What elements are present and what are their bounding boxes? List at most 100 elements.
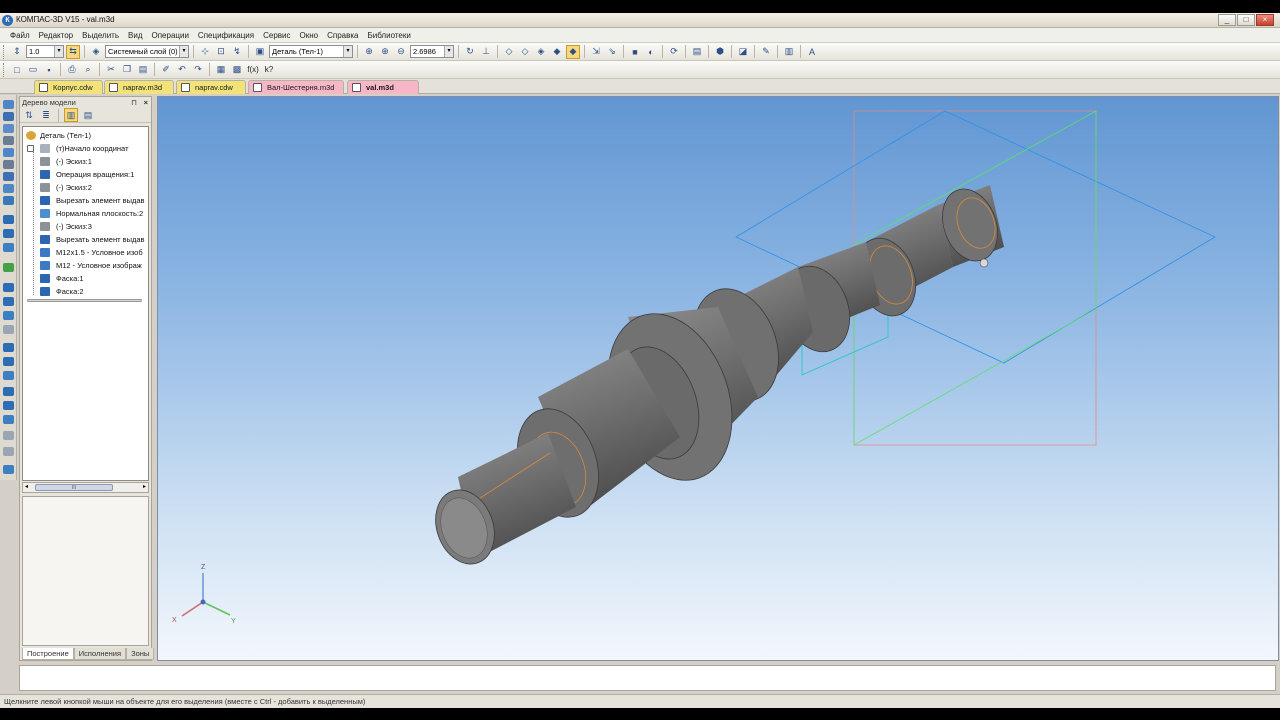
undo-icon[interactable]: ↶ (175, 63, 189, 77)
cut-revolve-icon[interactable] (3, 297, 14, 306)
measure-tool-icon[interactable] (3, 196, 14, 205)
open-folder-icon[interactable]: ▭ (26, 63, 40, 77)
menu-libraries[interactable]: Библиотеки (367, 31, 410, 40)
arrays-icon[interactable] (3, 160, 14, 169)
draft-icon[interactable] (3, 415, 14, 424)
cut-extrude-tool-icon[interactable] (3, 283, 14, 292)
tree-item-thread-m12[interactable]: M12 - Условное изображ (23, 259, 148, 272)
maximize-button[interactable]: □ (1237, 14, 1255, 26)
tree-item-sketch-1[interactable]: (-) Эскиз:1 (23, 155, 148, 168)
paste-icon[interactable]: ▤ (136, 63, 150, 77)
mirror-icon[interactable] (3, 447, 14, 456)
edit-tool-icon[interactable] (3, 112, 14, 121)
zoom-window-icon[interactable]: ⊕ (362, 45, 376, 59)
tree-sort-icon[interactable]: ⇅ (22, 108, 36, 122)
layer-icon[interactable]: ◈ (89, 45, 103, 59)
rib-icon[interactable] (3, 387, 14, 396)
halftone-icon[interactable]: ◆ (550, 45, 564, 59)
expand-icon[interactable] (27, 145, 34, 152)
tree-item-cut-extrude-2[interactable]: Вырезать элемент выдав (23, 233, 148, 246)
manager-icon[interactable]: ▦ (214, 63, 228, 77)
scroll-thumb[interactable]: III (35, 484, 113, 491)
tree-item-thread-m12x15[interactable]: M12x1.5 - Условное изоб (23, 246, 148, 259)
wireframe-icon[interactable]: ◇ (502, 45, 516, 59)
show-all-icon[interactable]: ◐ (644, 45, 658, 59)
close-icon[interactable]: × (144, 97, 148, 108)
pin-icon[interactable]: ⊓ (131, 97, 137, 108)
dimensions-icon[interactable] (3, 184, 14, 193)
minimize-button[interactable]: _ (1218, 14, 1236, 26)
rotate-icon[interactable]: ↻ (463, 45, 477, 59)
fx-button[interactable]: f(x) (246, 63, 260, 77)
toolbar-grip[interactable] (3, 62, 6, 77)
menu-file[interactable]: Файл (10, 31, 30, 40)
loft-icon[interactable] (3, 243, 14, 252)
tab-naprav-cdw[interactable]: naprav.cdw (176, 80, 246, 94)
state-icon[interactable]: ▣ (253, 45, 267, 59)
save-icon[interactable]: ▪ (42, 63, 56, 77)
menu-service[interactable]: Сервис (263, 31, 290, 40)
step-combo[interactable]: 1.0 ▾ (26, 45, 64, 58)
zoom-in-icon[interactable]: ⊕ (378, 45, 392, 59)
hole-icon[interactable] (3, 371, 14, 380)
cut-sweep-icon[interactable] (3, 311, 14, 320)
menu-editor[interactable]: Редактор (39, 31, 73, 40)
rebuild-tool-icon[interactable] (3, 263, 14, 272)
zoom-combo[interactable]: 2.6986 ▾ (410, 45, 454, 58)
parts-icon[interactable]: ⬢ (713, 45, 727, 59)
redo-icon[interactable]: ↷ (191, 63, 205, 77)
model-viewport[interactable]: Z X Y (157, 96, 1279, 661)
aux-geometry-icon[interactable] (3, 124, 14, 133)
tree-view-icon[interactable]: ≣ (39, 108, 53, 122)
tree-item-origin[interactable]: (т)Начало координат (23, 142, 148, 155)
thread-tool-icon[interactable] (3, 465, 14, 474)
tab-korpus-cdw[interactable]: Корпус.cdw (34, 80, 103, 94)
rebuild-icon[interactable]: ⟳ (667, 45, 681, 59)
scroll-right-icon[interactable]: ▸ (143, 483, 146, 490)
library-icon[interactable]: ▥ (782, 45, 796, 59)
variables-icon[interactable]: ▩ (230, 63, 244, 77)
menu-select[interactable]: Выделить (82, 31, 119, 40)
menu-operations[interactable]: Операции (152, 31, 189, 40)
revolve-tool-icon[interactable] (3, 229, 14, 238)
tree-item-cut-extrude-1[interactable]: Вырезать элемент выдав (23, 194, 148, 207)
shell-icon[interactable] (3, 401, 14, 410)
reset-icon[interactable]: ↯ (230, 45, 244, 59)
tab-val-shesternya-m3d[interactable]: Вал-Шестерня.m3d (248, 80, 344, 94)
cut-loft-icon[interactable] (3, 325, 14, 334)
help-pointer-button[interactable]: k? (262, 63, 276, 77)
properties-icon[interactable]: ▤ (690, 45, 704, 59)
local-cs-icon[interactable]: ⊡ (214, 45, 228, 59)
menu-view[interactable]: Вид (128, 31, 142, 40)
measure-icon[interactable]: ✎ (759, 45, 773, 59)
tab-naprav-m3d[interactable]: naprav.m3d (104, 80, 174, 94)
print-icon[interactable]: ⎙ (65, 63, 79, 77)
tree-structure-icon[interactable]: ▥ (64, 108, 78, 122)
tree-item-revolve-1[interactable]: Операция вращения:1 (23, 168, 148, 181)
new-document-icon[interactable]: □ (10, 63, 24, 77)
cut-icon[interactable]: ✂ (104, 63, 118, 77)
tab-val-m3d[interactable]: val.m3d (347, 80, 419, 94)
menu-window[interactable]: Окно (300, 31, 319, 40)
toolbar-grip[interactable] (3, 44, 6, 59)
zoom-out-icon[interactable]: ⊖ (394, 45, 408, 59)
scroll-left-icon[interactable]: ◂ (25, 483, 28, 490)
snap-toggle-icon[interactable]: ⇆ (66, 44, 80, 59)
step-icon[interactable]: ⇕ (10, 45, 24, 59)
tree-item-chamfer-1[interactable]: Фаска:1 (23, 272, 148, 285)
layer-combo[interactable]: Системный слой (0) ▾ (105, 45, 189, 58)
command-line[interactable] (19, 665, 1276, 691)
perspective-icon[interactable]: ⇲ (589, 45, 603, 59)
tree-end-marker[interactable] (27, 299, 142, 302)
tree-horizontal-scrollbar[interactable]: ◂ III ▸ (22, 482, 149, 493)
tree-item-chamfer-2[interactable]: Фаска:2 (23, 285, 148, 298)
extrude-icon[interactable] (3, 215, 14, 224)
tree-filter-icon[interactable]: ▤ (81, 108, 95, 122)
surfaces-icon[interactable] (3, 148, 14, 157)
tab-zones[interactable]: Зоны (126, 648, 155, 660)
text-style-icon[interactable]: A (805, 45, 819, 59)
tree-root[interactable]: Деталь (Тел-1) (23, 129, 148, 142)
halftone-edges-icon[interactable]: ◆ (566, 44, 580, 59)
view-tool-icon[interactable] (3, 100, 14, 109)
split-icon[interactable] (3, 431, 14, 440)
